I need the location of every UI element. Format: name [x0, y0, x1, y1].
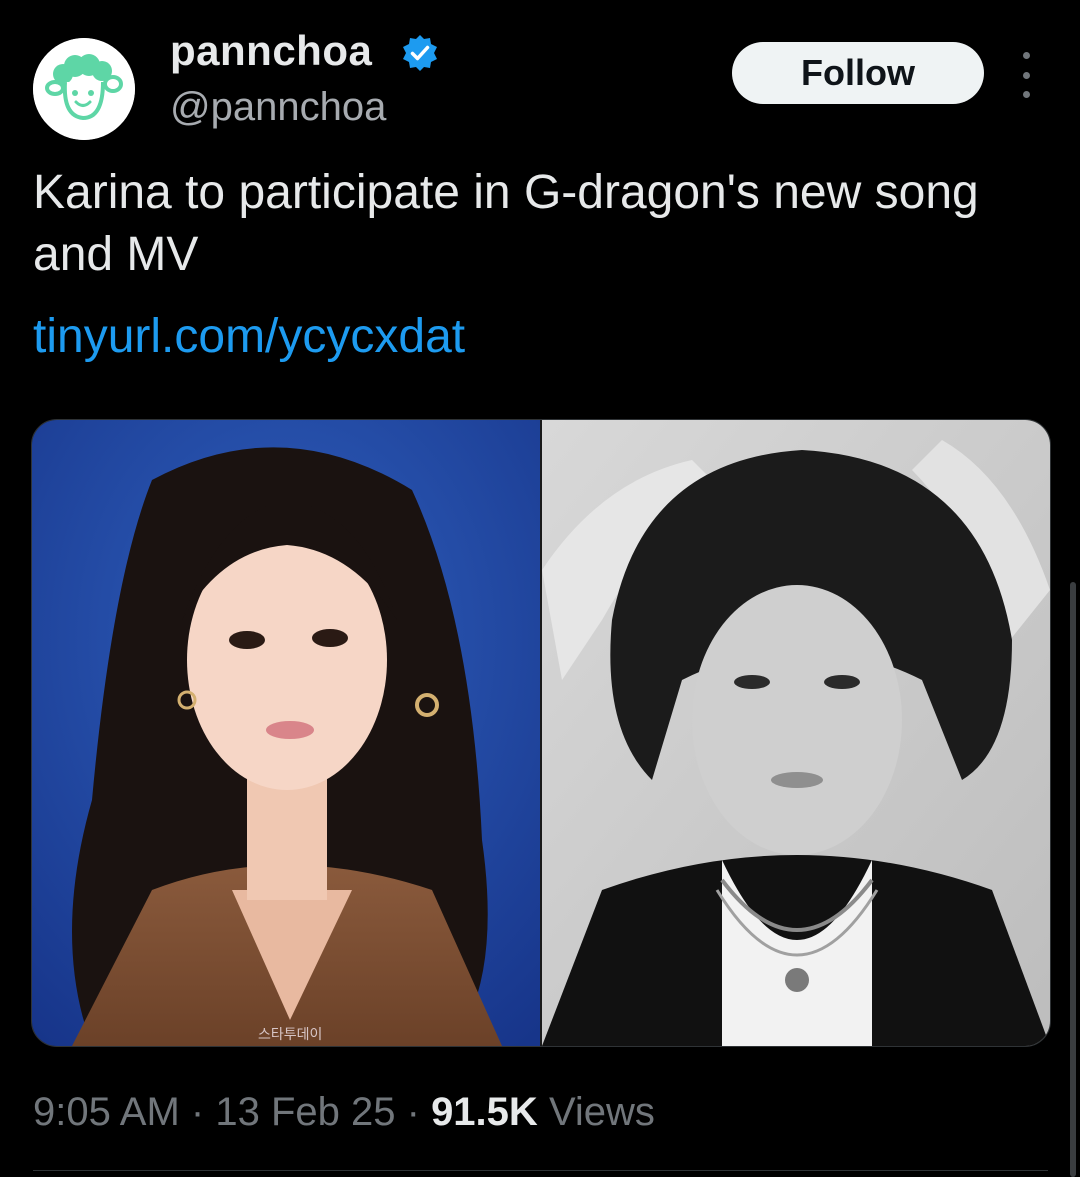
- portrait-man-image: [542, 420, 1050, 1046]
- tweet-media[interactable]: 스타투데이: [31, 419, 1051, 1047]
- tweet-meta: 9:05 AM · 13 Feb 25 · 91.5K Views: [33, 1086, 655, 1138]
- portrait-woman-image: [32, 420, 540, 1046]
- media-photo-left[interactable]: [32, 420, 540, 1046]
- views-count: 91.5K: [431, 1090, 538, 1134]
- tweet-text: Karina to participate in G-dragon's new …: [33, 166, 979, 281]
- views-label: Views: [548, 1090, 655, 1134]
- follow-button[interactable]: Follow: [732, 42, 984, 104]
- meta-separator: ·: [190, 1090, 205, 1134]
- sheep-mascot-icon: [33, 38, 135, 140]
- more-vertical-icon[interactable]: [1008, 52, 1044, 98]
- scrollbar[interactable]: [1070, 582, 1076, 1177]
- author-display-name[interactable]: pannchoa: [170, 26, 372, 76]
- media-photo-right[interactable]: [542, 420, 1050, 1046]
- tweet-link[interactable]: tinyurl.com/ycycxdat: [33, 306, 465, 368]
- tweet-date[interactable]: 13 Feb 25: [215, 1090, 395, 1134]
- media-watermark: 스타투데이: [258, 1027, 323, 1043]
- author-handle[interactable]: @pannchoa: [170, 84, 386, 130]
- tweet-time[interactable]: 9:05 AM: [33, 1090, 180, 1134]
- author-avatar[interactable]: [33, 38, 135, 140]
- meta-separator: ·: [406, 1090, 420, 1134]
- verified-badge-icon: [403, 35, 437, 71]
- divider: [33, 1170, 1048, 1171]
